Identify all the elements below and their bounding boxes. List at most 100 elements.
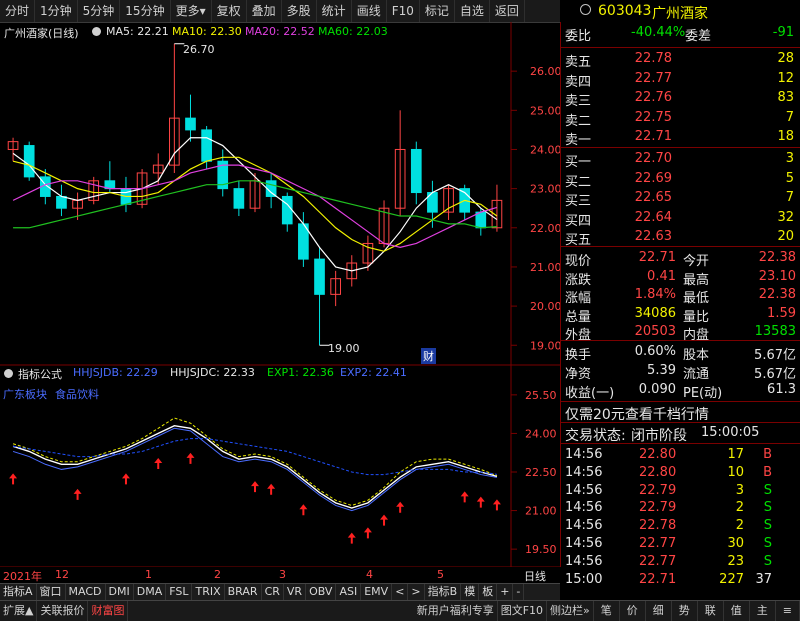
tick-direction: S: [763, 482, 772, 498]
tick-price: 22.71: [639, 571, 677, 587]
ask-row[interactable]: 卖一 22.71 18: [561, 127, 800, 148]
buy-signal-arrow-icon: [380, 514, 389, 526]
bid-row[interactable]: 买二 22.69 5: [561, 169, 800, 190]
tab-vr[interactable]: VR: [284, 584, 307, 600]
tick-volume: 227: [719, 571, 744, 587]
tab-dmi[interactable]: DMI: [106, 584, 134, 600]
panel-icon-detail[interactable]: 细: [646, 601, 672, 621]
candle-body: [56, 195, 67, 209]
tab-brar[interactable]: BRAR: [225, 584, 262, 600]
tab-emv[interactable]: EMV: [361, 584, 393, 600]
expand-button[interactable]: 扩展▲: [0, 601, 38, 621]
candle-body: [314, 258, 325, 295]
ask-row[interactable]: 卖四 22.77 12: [561, 69, 800, 90]
quote-panel: 委比 -40.44% 委差 -91 卖五 22.78 28 卖四 22.77 12 卖三 22…: [561, 22, 800, 597]
bid-volume: 20: [777, 229, 794, 245]
weicha-label: 委差: [685, 29, 712, 44]
ask-row[interactable]: 卖三 22.76 83: [561, 88, 800, 109]
industry-link[interactable]: 食品饮料: [55, 386, 99, 402]
menu-icon[interactable]: ≡: [776, 601, 800, 621]
bid-price: 22.65: [634, 190, 672, 206]
ma10-legend: MA10: 22.30: [172, 25, 242, 38]
toolbar-item-multi[interactable]: 多股: [282, 0, 317, 22]
indicator-title: 指标公式: [18, 368, 62, 381]
tab-indicator-b[interactable]: 指标B: [425, 584, 462, 600]
x-axis-label-feb: 2: [214, 568, 221, 581]
toolbar-item-stats[interactable]: 统计: [317, 0, 352, 22]
panel-icon-link[interactable]: 联: [698, 601, 724, 621]
buy-signal-arrow-icon: [121, 473, 130, 485]
toolbar-item-fuquan[interactable]: 复权: [212, 0, 247, 22]
tab-indicator-a[interactable]: 指标A: [0, 584, 37, 600]
y-tick-label: 19.50: [525, 543, 557, 556]
period-label[interactable]: 日线: [524, 568, 546, 584]
f10-link[interactable]: 图文F10: [498, 601, 548, 621]
bid-row[interactable]: 买四 22.64 32: [561, 208, 800, 229]
tab-fsl[interactable]: FSL: [166, 584, 193, 600]
ask-volume: 18: [777, 129, 794, 145]
tab-window[interactable]: 窗口: [37, 584, 66, 600]
tick-direction: S: [763, 500, 772, 516]
tab-board[interactable]: 板: [479, 584, 498, 600]
toolbar-item-more[interactable]: 更多▾: [171, 0, 212, 22]
panel-icon-main[interactable]: 主: [750, 601, 776, 621]
bid-label: 买三: [565, 194, 592, 210]
toolbar-item-5min[interactable]: 5分钟: [78, 0, 121, 22]
x-axis-label-year: 2021年: [3, 570, 42, 583]
toolbar-item-1min[interactable]: 1分钟: [35, 0, 78, 22]
related-quotes-tab[interactable]: 关联报价: [37, 601, 89, 621]
stat-value: 34086: [634, 305, 676, 321]
buy-signal-arrow-icon: [267, 483, 276, 495]
new-user-welfare-link[interactable]: 新用户福利专享: [414, 601, 498, 621]
bid-row[interactable]: 买三 22.65 7: [561, 188, 800, 209]
x-axis-label-dec: 12: [55, 568, 69, 581]
tab-template[interactable]: 模: [461, 584, 480, 600]
toolbar-item-draw[interactable]: 画线: [352, 0, 387, 22]
tab-cr[interactable]: CR: [262, 584, 284, 600]
scroll-left-icon[interactable]: <: [392, 584, 409, 600]
toolbar-item-watchlist[interactable]: 自选: [455, 0, 490, 22]
panel-icon-price[interactable]: 价: [620, 601, 646, 621]
bid-volume: 7: [785, 190, 794, 206]
tick-price: 22.77: [639, 536, 677, 551]
promo-row[interactable]: 仅需20元查看千档行情: [561, 402, 800, 423]
tab-macd[interactable]: MACD: [66, 584, 106, 600]
x-axis: 2021年 12 1 2 3 4 5 日线: [0, 568, 560, 584]
toolbar-item-overlay[interactable]: 叠加: [247, 0, 282, 22]
sidebar-toggle[interactable]: 侧边栏»: [547, 601, 594, 621]
toolbar-item-f10[interactable]: F10: [387, 0, 420, 22]
wealth-chart-tab[interactable]: 财富图: [88, 601, 129, 621]
ask-row[interactable]: 卖五 22.78 28: [561, 49, 800, 70]
panel-icon-pen[interactable]: 笔: [594, 601, 620, 621]
settings-icon[interactable]: [580, 4, 591, 15]
buy-signal-arrow-icon: [73, 488, 82, 500]
sector-link[interactable]: 广东板块: [3, 386, 47, 402]
tab-trix[interactable]: TRIX: [192, 584, 225, 600]
toolbar-item-fenshi[interactable]: 分时: [0, 0, 36, 22]
stat-value: 1.59: [767, 305, 796, 321]
finance-badge[interactable]: 财: [421, 348, 436, 364]
kline-chart[interactable]: 26.00 25.00 24.00 23.00 22.00 21.00 20.00 19.00…: [0, 22, 560, 567]
tab-dma[interactable]: DMA: [134, 584, 167, 600]
toolbar-item-mark[interactable]: 标记: [420, 0, 455, 22]
promo-text[interactable]: 仅需20元查看千档行情: [565, 404, 709, 424]
zoom-in-button[interactable]: +: [497, 584, 514, 600]
ask-row[interactable]: 卖二 22.75 7: [561, 108, 800, 129]
ma20-legend: MA20: 22.52: [245, 25, 315, 38]
toolbar-item-back[interactable]: 返回: [490, 0, 525, 22]
panel-icon-trend[interactable]: 势: [672, 601, 698, 621]
indicator-collapse-icon[interactable]: [4, 369, 13, 378]
toolbar-item-15min[interactable]: 15分钟: [120, 0, 171, 22]
chart-area[interactable]: 26.00 25.00 24.00 23.00 22.00 21.00 20.00 19.00…: [0, 22, 561, 567]
candle-body: [23, 145, 35, 178]
tab-obv[interactable]: OBV: [306, 584, 337, 600]
tick-row: 15:00 22.71 227 37: [561, 570, 800, 591]
collapse-icon[interactable]: [92, 27, 101, 36]
y-tick-label: 19.00: [530, 339, 560, 352]
tick-price: 22.78: [639, 518, 677, 534]
tab-asi[interactable]: ASI: [336, 584, 362, 600]
scroll-right-icon[interactable]: >: [408, 584, 425, 600]
bid-row[interactable]: 买一 22.70 3: [561, 149, 800, 170]
panel-icon-value[interactable]: 值: [724, 601, 750, 621]
zoom-out-button[interactable]: -: [513, 584, 525, 600]
